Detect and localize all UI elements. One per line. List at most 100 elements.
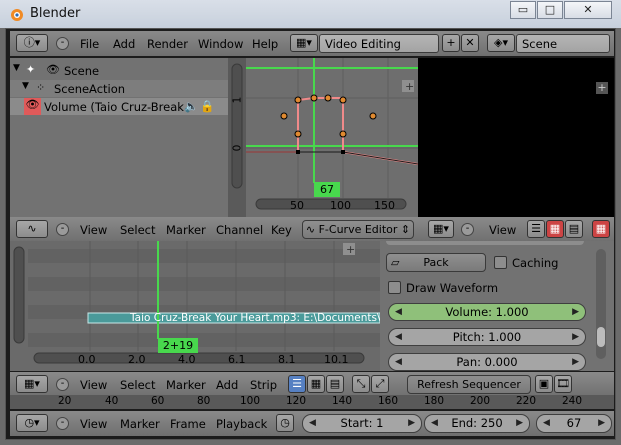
menu-add[interactable]: Add [216,378,238,392]
pan-field[interactable]: ◀ Pan: 0.000 ▶ [388,353,586,371]
decrement-arrow-icon[interactable]: ◀ [395,354,402,370]
screen-layout-name: Video Editing [325,37,401,51]
timeline-editor-type-icon[interactable]: ◷▾ [16,414,48,432]
menu-marker[interactable]: Marker [166,223,206,237]
menu-select[interactable]: Select [120,378,155,392]
start-frame-value: Start: 1 [340,416,384,430]
menu-help[interactable]: Help [252,37,278,51]
properties-scrollbar[interactable] [596,249,606,359]
render-still-icon[interactable]: ▣ [535,375,553,393]
menu-view[interactable]: View [489,223,516,237]
increment-arrow-icon[interactable]: ▶ [572,354,579,370]
audio-strip[interactable]: Taio Cruz-Break Your Heart.mp3: E:\Docum… [130,312,380,324]
end-frame-value: End: 250 [451,416,503,430]
channel-row-action[interactable]: ▼ ⁘ SceneAction [10,80,228,97]
refresh-sequencer-button[interactable]: Refresh Sequencer [407,375,531,394]
menu-view[interactable]: View [80,378,107,392]
lock-icon[interactable]: 🔒 [200,99,214,113]
fcurve-graph-area[interactable]: + 1 0 67 50 100 150 [228,58,418,218]
snap-icon[interactable]: ⤢ [371,375,389,393]
display-mode-icon[interactable]: ☰ [527,220,545,238]
current-frame-field[interactable]: ◀ 67 ▶ [536,414,612,433]
current-frame-indicator[interactable]: 67 [314,182,340,197]
decrement-arrow-icon[interactable]: ◀ [431,415,438,431]
draw-waveform-checkbox[interactable] [388,281,401,294]
preview-view-icon[interactable]: ▦ [307,375,325,393]
decrement-arrow-icon[interactable]: ◀ [309,415,316,431]
delete-screen-icon[interactable]: ✕ [461,34,479,52]
menu-strip[interactable]: Strip [250,378,277,392]
menu-view[interactable]: View [80,417,107,431]
eye-icon[interactable]: 👁 [46,63,60,76]
channels-icon[interactable]: ▤ [565,220,583,238]
maximize-button[interactable]: □ [537,1,563,19]
increment-arrow-icon[interactable]: ▶ [598,415,605,431]
volume-field[interactable]: ◀ Volume: 1.000 ▶ [388,303,586,321]
pack-button[interactable]: ▱ Pack [386,253,486,272]
ruler-tick: 200 [470,395,491,407]
sequencer-preview[interactable]: + [418,58,614,218]
checker-icon[interactable]: ▦ [546,220,564,238]
menu-key[interactable]: Key [271,223,292,237]
ruler-tick: 40 [105,395,119,407]
channel-row-scene[interactable]: ▼ ✦ 👁 Scene [10,62,228,79]
fcurve-editor-mode-dropdown[interactable]: ∿ F-Curve Editor ⇕ [302,220,414,239]
start-frame-field[interactable]: ◀ Start: 1 ▶ [302,414,422,433]
info-editor-type-icon[interactable]: ⓘ▾ [16,34,48,52]
fcurve-icon: ∿ [305,223,319,236]
channel-row-volume[interactable]: 👁 Volume (Taio Cruz-Break Y 🔈 🔒 [10,98,228,115]
collapse-menus-icon[interactable]: - [56,378,69,391]
menu-channel[interactable]: Channel [216,223,263,237]
increment-arrow-icon[interactable]: ▶ [516,415,523,431]
speaker-icon[interactable]: 🔈 [184,99,198,113]
collapse-menus-icon[interactable]: - [56,223,69,236]
end-frame-field[interactable]: ◀ End: 250 ▶ [424,414,530,433]
graph-editor-type-icon[interactable]: ∿ [16,220,48,238]
screen-layout-icon[interactable]: ▦▾ [290,34,318,52]
preview-editor-type-icon[interactable]: ▦▾ [428,220,454,238]
sequencer-strips-area[interactable]: + Taio Cruz-Break Your Heart.mp3: E:\Doc… [10,241,380,371]
menu-render[interactable]: Render [147,37,188,51]
menu-add[interactable]: Add [113,37,135,51]
menu-select[interactable]: Select [120,223,155,237]
decrement-arrow-icon[interactable]: ◀ [395,304,402,320]
current-time-indicator[interactable]: 2+19 [158,338,198,353]
minimize-button[interactable]: ▭ [510,1,536,19]
preview-range-icon[interactable]: ◷ [276,414,294,432]
scene-field[interactable]: Scene [516,34,610,53]
add-screen-icon[interactable]: + [442,34,460,52]
scene-icon[interactable]: ◈▾ [487,34,515,52]
combined-view-icon[interactable]: ▤ [326,375,344,393]
decrement-arrow-icon[interactable]: ◀ [543,415,550,431]
increment-arrow-icon[interactable]: ▶ [572,304,579,320]
sequencer-editor-type-icon[interactable]: ▦▾ [16,375,48,393]
checker-icon[interactable]: ▦ [592,220,610,238]
fcurve-color-eye-icon[interactable]: 👁 [24,98,41,115]
increment-arrow-icon[interactable]: ▶ [572,329,579,345]
menu-playback[interactable]: Playback [216,417,267,431]
menu-file[interactable]: File [80,37,99,51]
menu-marker[interactable]: Marker [166,378,206,392]
caching-checkbox[interactable] [494,256,507,269]
collapse-menus-icon[interactable]: - [461,223,474,236]
expand-triangle-icon[interactable]: ▼ [22,81,29,91]
seq-x-tick: 0.0 [78,353,96,366]
sequencer-view-icon[interactable]: ☰ [288,375,306,393]
scrollbar-thumb[interactable] [597,327,605,347]
plus-icon[interactable]: + [596,82,608,94]
menu-marker[interactable]: Marker [120,417,160,431]
menu-view[interactable]: View [80,223,107,237]
screen-layout-field[interactable]: Video Editing [319,34,439,53]
menu-window[interactable]: Window [198,37,243,51]
pitch-field[interactable]: ◀ Pitch: 1.000 ▶ [388,328,586,346]
menu-frame[interactable]: Frame [170,417,206,431]
close-button[interactable]: ✕ [564,1,612,19]
decrement-arrow-icon[interactable]: ◀ [395,329,402,345]
collapse-menus-icon[interactable]: - [56,417,69,430]
increment-arrow-icon[interactable]: ▶ [408,415,415,431]
timeline-ruler[interactable]: 20 40 60 80 100 120 140 160 180 200 220 … [10,395,614,409]
expand-triangle-icon[interactable]: ▼ [13,63,20,73]
ghost-icon[interactable]: ⤡ [352,375,370,393]
render-animation-icon[interactable]: 🎞 [554,375,572,393]
collapse-menus-icon[interactable]: - [56,37,69,50]
